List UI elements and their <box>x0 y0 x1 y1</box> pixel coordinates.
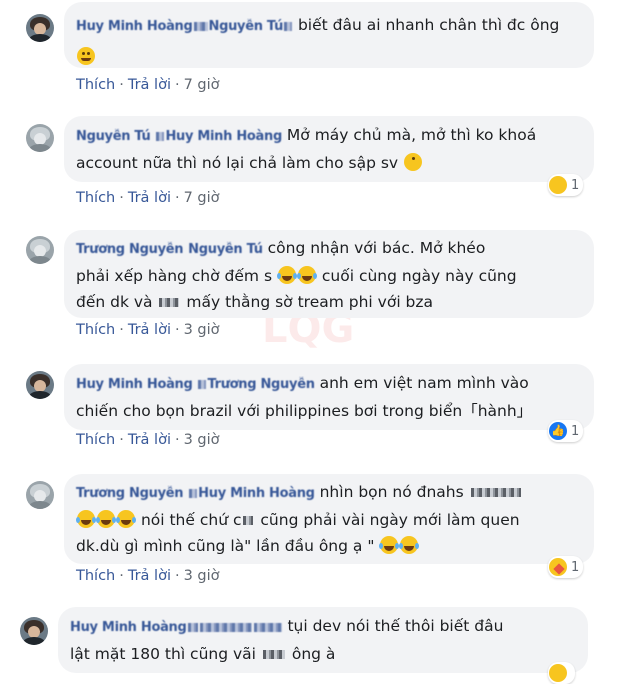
tears-of-joy-emoji-icon <box>116 510 136 528</box>
avatar[interactable] <box>26 124 54 152</box>
tears-of-joy-emoji-icon <box>96 510 116 528</box>
like-link[interactable]: Thích <box>76 432 115 448</box>
comment-text: Mở máy chủ mà, mở thì ko khoá <box>286 126 537 144</box>
like-link[interactable]: Thích <box>76 568 115 584</box>
commenter-name[interactable]: Trương Nguyễn <box>76 242 184 257</box>
pacman-emoji-icon <box>404 153 423 171</box>
tagged-name[interactable]: Huy Minh Hoàng <box>155 129 282 144</box>
commenter-name[interactable]: Huy Minh Hoàng <box>76 377 193 392</box>
tears-of-joy-emoji-icon <box>276 266 297 284</box>
censored-text <box>470 488 521 497</box>
censored-text <box>262 650 285 659</box>
like-link[interactable]: Thích <box>76 77 115 93</box>
tears-of-joy-emoji-icon <box>76 510 96 528</box>
care-reaction-icon <box>549 558 567 576</box>
commenter-name[interactable]: Huy Minh Hoàng <box>70 620 283 635</box>
reaction-summary[interactable]: 1 <box>548 174 584 196</box>
comment-bubble: Trương Nguyễn Nguyễn Tú công nhận với bá… <box>64 230 594 318</box>
tagged-name[interactable]: Trương Nguyễn <box>197 377 315 392</box>
reaction-summary[interactable]: 1 <box>548 556 584 578</box>
timestamp[interactable]: 3 giờ <box>184 568 220 584</box>
tears-of-joy-emoji-icon <box>399 536 420 554</box>
avatar[interactable] <box>26 371 54 399</box>
comment-bubble: Huy Minh Hoàng Nguyễn Tú biết đâu ai nhan… <box>64 2 594 68</box>
censored-text <box>243 516 254 525</box>
smile-emoji-icon <box>77 47 95 65</box>
commenter-name[interactable]: Trương Nguyễn <box>76 486 184 501</box>
avatar[interactable] <box>26 481 54 509</box>
comment-text-line2: account nữa thì nó lại chả làm cho sập s… <box>76 154 399 172</box>
like-link[interactable]: Thích <box>76 322 115 338</box>
like-reaction-icon: 👍 <box>549 422 567 440</box>
reply-link[interactable]: Trả lời <box>128 432 171 448</box>
comment-actions: Thích · Trả lời · 3 giờ <box>76 432 220 448</box>
avatar[interactable] <box>26 14 54 42</box>
haha-reaction-icon <box>549 176 567 194</box>
comment-text: anh em việt nam mình vào <box>319 374 529 392</box>
avatar[interactable] <box>26 236 54 264</box>
comment-bubble: Huy Minh Hoàng Trương Nguyễn anh em việt… <box>64 364 594 430</box>
commenter-name[interactable]: Huy Minh Hoàng <box>76 19 209 34</box>
timestamp[interactable]: 3 giờ <box>184 432 220 448</box>
timestamp[interactable]: 7 giờ <box>184 77 220 93</box>
tagged-name[interactable]: Huy Minh Hoàng <box>188 486 315 501</box>
tears-of-joy-emoji-icon <box>296 266 317 284</box>
comment-actions: Thích · Trả lời · 7 giờ <box>76 77 220 93</box>
comment-text-line2: chiến cho bọn brazil với philippines bơi… <box>76 402 533 420</box>
reply-link[interactable]: Trả lời <box>128 568 171 584</box>
comment-text: công nhận với bác. Mở khéo <box>267 239 486 257</box>
comment-bubble: Nguyễn Tú Huy Minh Hoàng Mở máy chủ mà, … <box>64 116 594 182</box>
comment-bubble: Huy Minh Hoàng tụi dev nói thế thôi biết… <box>58 607 588 673</box>
timestamp[interactable]: 3 giờ <box>184 322 220 338</box>
comment-text: biết đâu ai nhanh chân thì đc ông <box>297 16 560 34</box>
tagged-name[interactable]: Nguyễn Tú <box>188 242 263 257</box>
reply-link[interactable]: Trả lời <box>128 77 171 93</box>
censored-text <box>159 298 180 307</box>
haha-reaction-icon <box>549 664 567 682</box>
like-link[interactable]: Thích <box>76 190 115 206</box>
avatar[interactable] <box>20 617 48 645</box>
tears-of-joy-emoji-icon <box>379 536 400 554</box>
comment-actions: Thích · Trả lời · 3 giờ <box>76 568 220 584</box>
reply-link[interactable]: Trả lời <box>128 322 171 338</box>
commenter-name[interactable]: Nguyễn Tú <box>76 129 151 144</box>
reaction-summary[interactable]: 👍 1 <box>548 420 584 442</box>
reaction-summary[interactable] <box>548 662 575 684</box>
comment-bubble: Trương Nguyễn Huy Minh Hoàng nhìn bọn nó… <box>64 474 594 564</box>
tagged-name[interactable]: Nguyễn Tú <box>209 19 294 34</box>
comment-actions: Thích · Trả lời · 7 giờ <box>76 190 220 206</box>
reply-link[interactable]: Trả lời <box>128 190 171 206</box>
comment-actions: Thích · Trả lời · 3 giờ <box>76 322 220 338</box>
timestamp[interactable]: 7 giờ <box>184 190 220 206</box>
comment-text: tụi dev nói thế thôi biết đâu <box>287 617 504 635</box>
comment-text: nhìn bọn nó đnahs <box>319 483 464 501</box>
